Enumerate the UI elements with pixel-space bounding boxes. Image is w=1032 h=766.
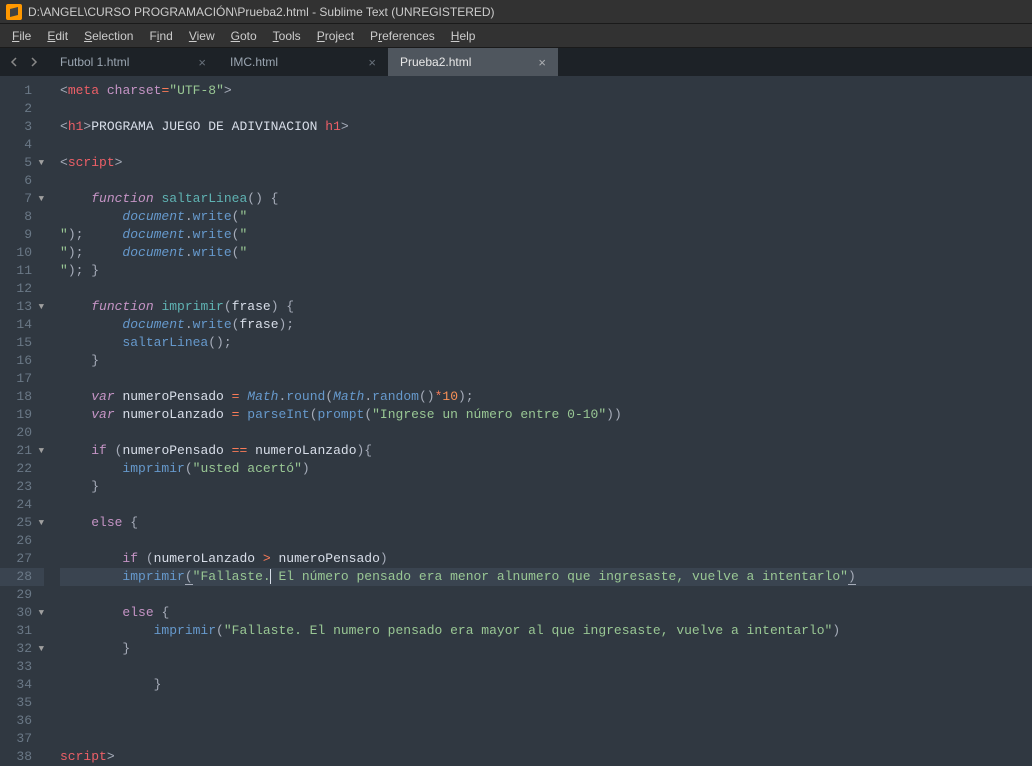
chevron-left-icon [10,57,20,67]
titlebar: D:\ANGEL\CURSO PROGRAMACIÓN\Prueba2.html… [0,0,1032,24]
menu-preferences[interactable]: Preferences [364,27,441,45]
close-icon[interactable]: × [368,55,376,70]
tab-futbol1[interactable]: Futbol 1.html × [48,48,218,76]
tab-label: Futbol 1.html [60,55,129,69]
menu-find[interactable]: Find [143,27,178,45]
menu-project[interactable]: Project [311,27,360,45]
app-icon [6,4,22,20]
menu-view[interactable]: View [183,27,221,45]
menu-selection[interactable]: Selection [78,27,139,45]
editor[interactable]: 12345▼67▼8910111213▼1415161718192021▼222… [0,76,1032,760]
code-area[interactable]: <meta charset="UTF-8"><h1>PROGRAMA JUEGO… [52,76,1032,760]
close-icon[interactable]: × [198,55,206,70]
tab-label: IMC.html [230,55,278,69]
tab-label: Prueba2.html [400,55,471,69]
tab-prueba2[interactable]: Prueba2.html × [388,48,558,76]
menu-tools[interactable]: Tools [267,27,307,45]
menu-edit[interactable]: Edit [41,27,74,45]
menu-help[interactable]: Help [445,27,482,45]
window-title: D:\ANGEL\CURSO PROGRAMACIÓN\Prueba2.html… [28,5,495,19]
gutter: 12345▼67▼8910111213▼1415161718192021▼222… [0,76,52,760]
tab-imc[interactable]: IMC.html × [218,48,388,76]
close-icon[interactable]: × [538,55,546,70]
tabbar: Futbol 1.html × IMC.html × Prueba2.html … [0,48,1032,76]
menubar: File Edit Selection Find View Goto Tools… [0,24,1032,48]
menu-goto[interactable]: Goto [225,27,263,45]
tab-nav-arrows[interactable] [0,48,48,76]
chevron-right-icon [28,57,38,67]
menu-file[interactable]: File [6,27,37,45]
